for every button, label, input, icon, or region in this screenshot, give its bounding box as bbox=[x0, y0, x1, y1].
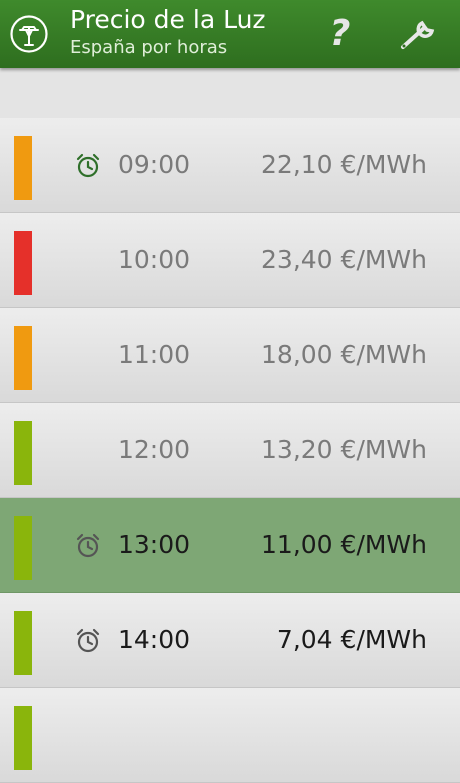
price-level-indicator bbox=[14, 516, 32, 580]
hour-label: 11:00 bbox=[118, 340, 191, 369]
app-subtitle: España por horas bbox=[70, 37, 228, 58]
price-row[interactable]: 09:00 22,10 €/MWh bbox=[0, 118, 460, 213]
alarm-clock-icon[interactable] bbox=[74, 627, 102, 655]
hour-label: 14:00 bbox=[118, 625, 191, 654]
hour-label: 09:00 bbox=[118, 150, 191, 179]
action-bar: Precio de la Luz España por horas ? bbox=[0, 0, 460, 68]
price-row[interactable] bbox=[0, 688, 460, 783]
price-value: 23,40 €/MWh bbox=[261, 245, 427, 274]
alarm-clock-icon[interactable] bbox=[74, 532, 102, 560]
wrench-icon[interactable] bbox=[396, 14, 440, 54]
price-value: 13,20 €/MWh bbox=[261, 435, 427, 464]
alarm-clock-icon[interactable] bbox=[74, 152, 102, 180]
price-level-indicator bbox=[14, 326, 32, 390]
power-pylon-icon[interactable] bbox=[9, 14, 49, 54]
price-row[interactable]: 12:00 13,20 €/MWh bbox=[0, 403, 460, 498]
price-value: 22,10 €/MWh bbox=[261, 150, 427, 179]
price-row[interactable]: 11:00 18,00 €/MWh bbox=[0, 308, 460, 403]
help-button[interactable]: ? bbox=[322, 12, 358, 56]
price-level-indicator bbox=[14, 421, 32, 485]
price-level-indicator bbox=[14, 611, 32, 675]
price-value: 7,04 €/MWh bbox=[276, 625, 427, 654]
hour-label: 10:00 bbox=[118, 245, 191, 274]
hour-label: 12:00 bbox=[118, 435, 191, 464]
price-level-indicator bbox=[14, 706, 32, 770]
price-value: 11,00 €/MWh bbox=[261, 530, 427, 559]
price-value: 18,00 €/MWh bbox=[261, 340, 427, 369]
price-row[interactable]: 13:00 11,00 €/MWh bbox=[0, 498, 460, 593]
price-row[interactable]: 10:00 23,40 €/MWh bbox=[0, 213, 460, 308]
price-level-indicator bbox=[14, 136, 32, 200]
app-title: Precio de la Luz bbox=[70, 5, 266, 34]
price-level-indicator bbox=[14, 231, 32, 295]
price-row[interactable]: 14:00 7,04 €/MWh bbox=[0, 593, 460, 688]
hour-label: 13:00 bbox=[118, 530, 191, 559]
